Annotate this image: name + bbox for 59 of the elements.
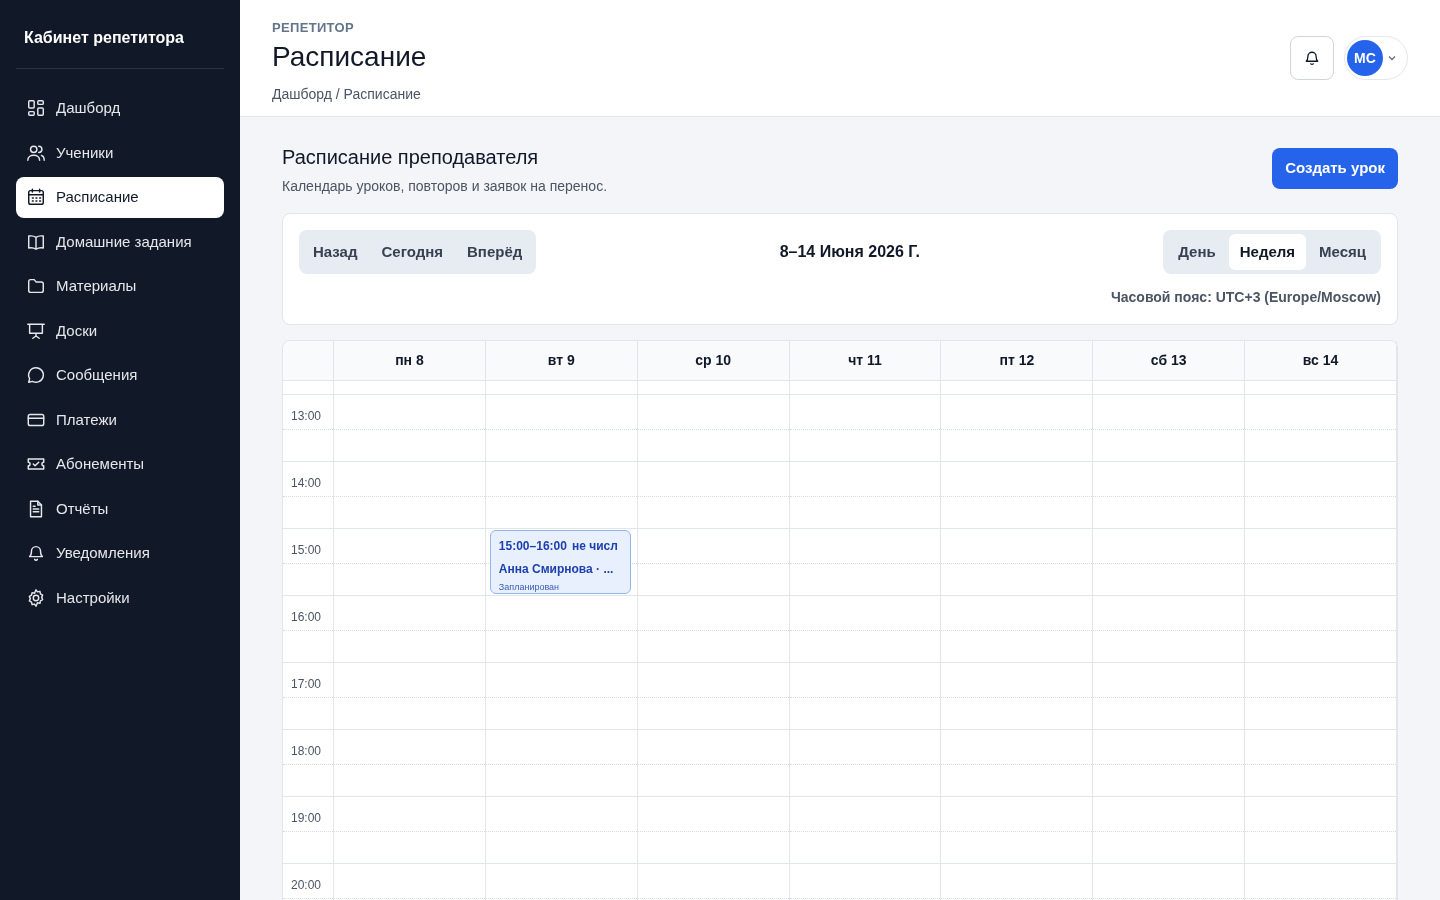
- section-subtitle: Календарь уроков, повторов и заявок на перенос.: [282, 177, 608, 196]
- day-header: сб 13: [1150, 351, 1187, 370]
- sidebar-item[interactable]: Настройки: [16, 577, 224, 618]
- nav-button[interactable]: Вперёд: [457, 234, 533, 270]
- chevron-down-icon: [1387, 53, 1397, 63]
- date-range-label: 8–14 Июня 2026 Г.: [779, 242, 920, 262]
- sidebar-item[interactable]: Уведомления: [16, 533, 224, 574]
- view-tab[interactable]: День: [1167, 234, 1227, 270]
- lesson-student: Анна Смирнова · ...: [498, 561, 615, 578]
- sidebar-item[interactable]: Отчёты: [16, 488, 224, 529]
- time-label: 20:00: [291, 878, 322, 892]
- time-label: 19:00: [291, 811, 322, 825]
- sidebar-item[interactable]: Сообщения: [16, 355, 224, 396]
- bell-icon: [26, 543, 46, 564]
- bell-icon: [1303, 49, 1321, 67]
- time-label: 14:00: [291, 476, 322, 490]
- sidebar-item[interactable]: Дашборд: [16, 88, 224, 129]
- sidebar-item[interactable]: Абонементы: [16, 444, 224, 485]
- time-label: 15:00: [291, 543, 322, 557]
- day-header: вс 14: [1302, 351, 1339, 370]
- day-header: ср 10: [695, 351, 732, 370]
- day-header: вт 9: [547, 351, 575, 370]
- calendar-icon: [26, 187, 46, 208]
- user-menu-button[interactable]: МС: [1344, 36, 1408, 80]
- chat-bubble-icon: [26, 365, 46, 386]
- sidebar-item[interactable]: Платежи: [16, 399, 224, 440]
- section-title: Расписание преподавателя: [282, 145, 540, 170]
- sidebar-item[interactable]: Расписание: [16, 177, 224, 218]
- sidebar-item[interactable]: Домашние задания: [16, 221, 224, 262]
- grid-icon: [26, 98, 46, 119]
- time-label: 18:00: [291, 744, 322, 758]
- notifications-button[interactable]: [1290, 36, 1334, 80]
- day-header: чт 11: [848, 351, 882, 370]
- app-title: Кабинет репетитора: [16, 26, 224, 69]
- time-label: 16:00: [291, 610, 322, 624]
- lesson-time: 15:00–16:00: [498, 538, 567, 555]
- time-label: 17:00: [291, 677, 322, 691]
- create-lesson-button[interactable]: Создать урок: [1272, 148, 1398, 189]
- timezone-label: Часовой пояс: UTC+3 (Europe/Moscow): [1110, 288, 1381, 307]
- sidebar-item[interactable]: Ученики: [16, 132, 224, 173]
- lesson-subject: не числ: [571, 538, 618, 555]
- sidebar-item[interactable]: Материалы: [16, 266, 224, 307]
- nav-button[interactable]: Сегодня: [371, 234, 453, 270]
- view-tab[interactable]: Неделя: [1228, 234, 1307, 270]
- day-header: пт 12: [999, 351, 1035, 370]
- view-tab[interactable]: Месяц: [1308, 234, 1377, 270]
- settings-icon: [26, 587, 46, 608]
- day-header: пн 8: [395, 351, 424, 370]
- presentation-board-icon: [26, 320, 46, 341]
- eyebrow-label: РЕПЕТИТОР: [272, 19, 355, 37]
- sidebar-item[interactable]: Доски: [16, 310, 224, 351]
- breadcrumb: Дашборд / Расписание: [272, 84, 422, 104]
- nav-button[interactable]: Назад: [303, 234, 368, 270]
- user-avatar: МС: [1347, 40, 1383, 76]
- page-title: Расписание: [272, 39, 427, 74]
- users-icon: [26, 142, 46, 163]
- lesson-card[interactable]: 15:00–16:00 не числ Анна Смирнова · ... Запланирован: [489, 530, 631, 594]
- time-label: 13:00: [291, 409, 322, 423]
- lesson-status: Запланирован: [498, 581, 561, 593]
